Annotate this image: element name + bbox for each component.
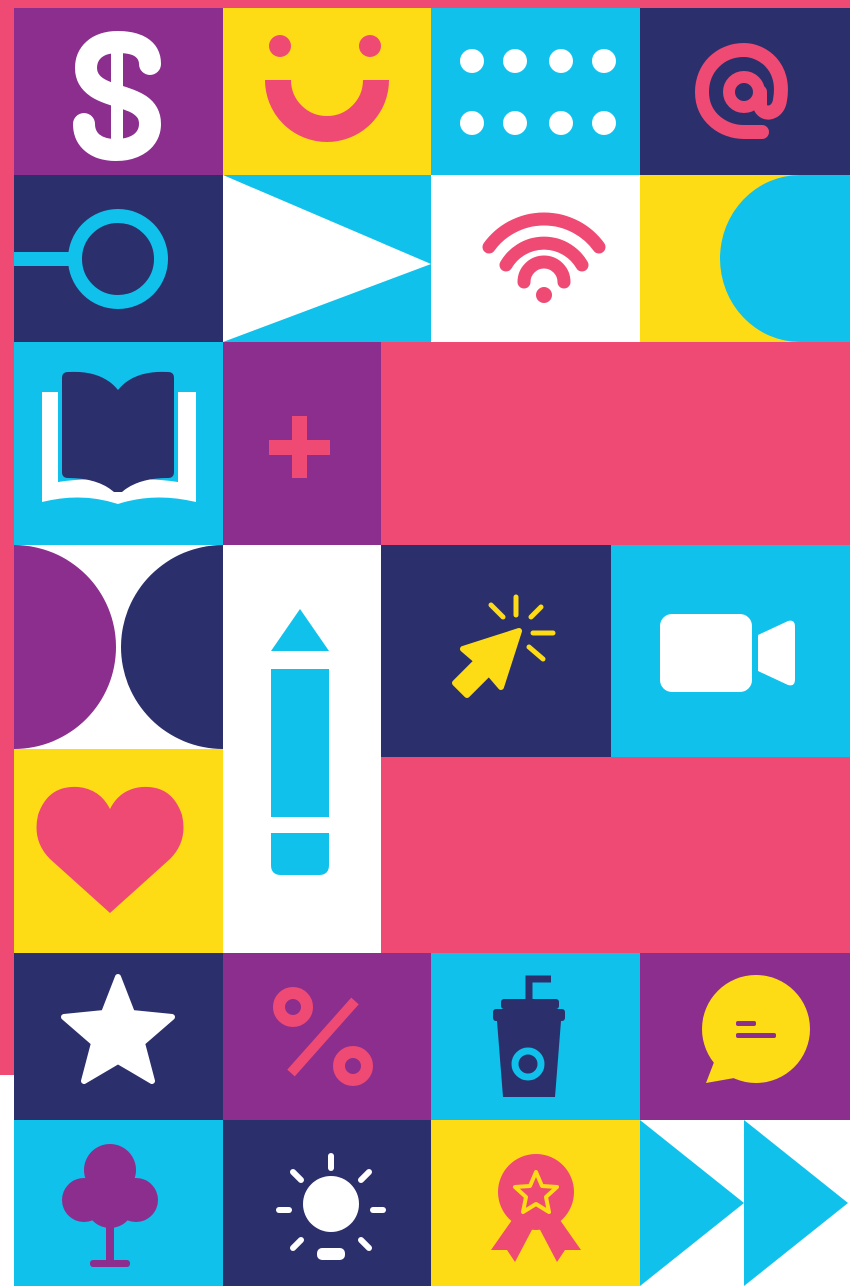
- dots-grid-icon: [431, 8, 640, 175]
- pink-banner-block: [381, 342, 850, 545]
- half-circles-pair-shape: [14, 545, 223, 749]
- coffee-cup-icon: [431, 953, 640, 1120]
- cursor-click-icon: [381, 545, 611, 757]
- fast-forward-shape: [640, 1120, 850, 1286]
- at-sign-icon: [640, 8, 850, 175]
- heart-icon: [14, 749, 223, 953]
- play-triangle-shape: [223, 175, 431, 342]
- wifi-icon: [431, 175, 640, 342]
- half-circle-shape: [640, 175, 850, 342]
- chat-bubble-icon: [640, 953, 850, 1120]
- pink-banner-block-lower: [381, 757, 850, 953]
- smiley-face-icon: [223, 8, 431, 175]
- pencil-icon: [223, 545, 381, 953]
- award-badge-icon: [431, 1120, 640, 1286]
- percent-icon: [223, 953, 431, 1120]
- video-camera-icon: [611, 545, 850, 757]
- star-icon: [14, 953, 223, 1120]
- plus-icon: [223, 342, 381, 545]
- dollar-icon: [14, 8, 223, 175]
- circle-key-shape: [14, 175, 223, 342]
- tree-icon: [14, 1120, 223, 1286]
- light-bulb-icon: [223, 1120, 431, 1286]
- open-book-icon: [14, 342, 223, 545]
